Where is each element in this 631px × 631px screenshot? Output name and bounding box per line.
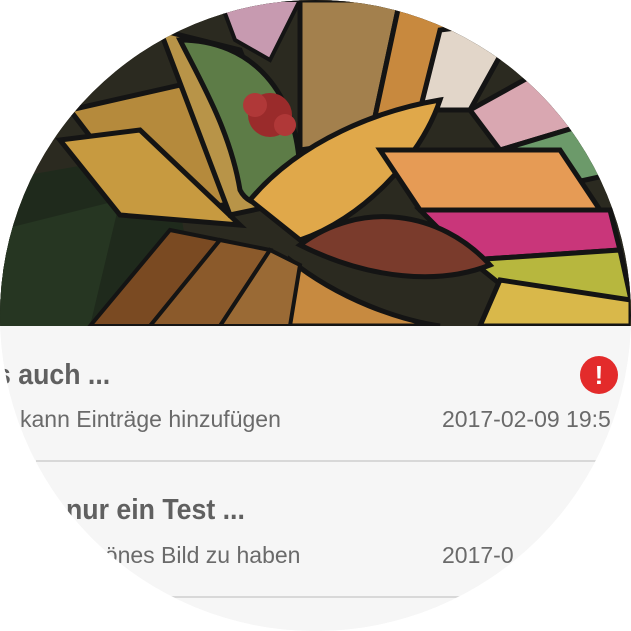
stained-glass-image xyxy=(0,0,631,326)
entry-list[interactable]: s auch ... ! kann Einträge hinzufügen 20… xyxy=(0,326,631,631)
list-item[interactable]: nur ein Test ... nönes Bild zu haben 201… xyxy=(0,462,631,602)
entry-title: s auch ... xyxy=(0,359,111,391)
round-watch-screen: s auch ... ! kann Einträge hinzufügen 20… xyxy=(0,0,631,631)
list-item[interactable]: s auch ... ! kann Einträge hinzufügen 20… xyxy=(0,326,631,462)
entry-subtitle: nönes Bild zu haben xyxy=(92,542,301,568)
entry-subtitle: kann Einträge hinzufügen xyxy=(20,406,281,432)
entry-title: nur ein Test ... xyxy=(66,494,245,526)
entry-date: 2017-02-09 19:5 xyxy=(442,406,611,432)
entry-date: 2017-0 xyxy=(442,542,514,568)
alert-icon: ! xyxy=(580,356,618,394)
header-image xyxy=(0,0,631,326)
divider xyxy=(90,596,540,598)
